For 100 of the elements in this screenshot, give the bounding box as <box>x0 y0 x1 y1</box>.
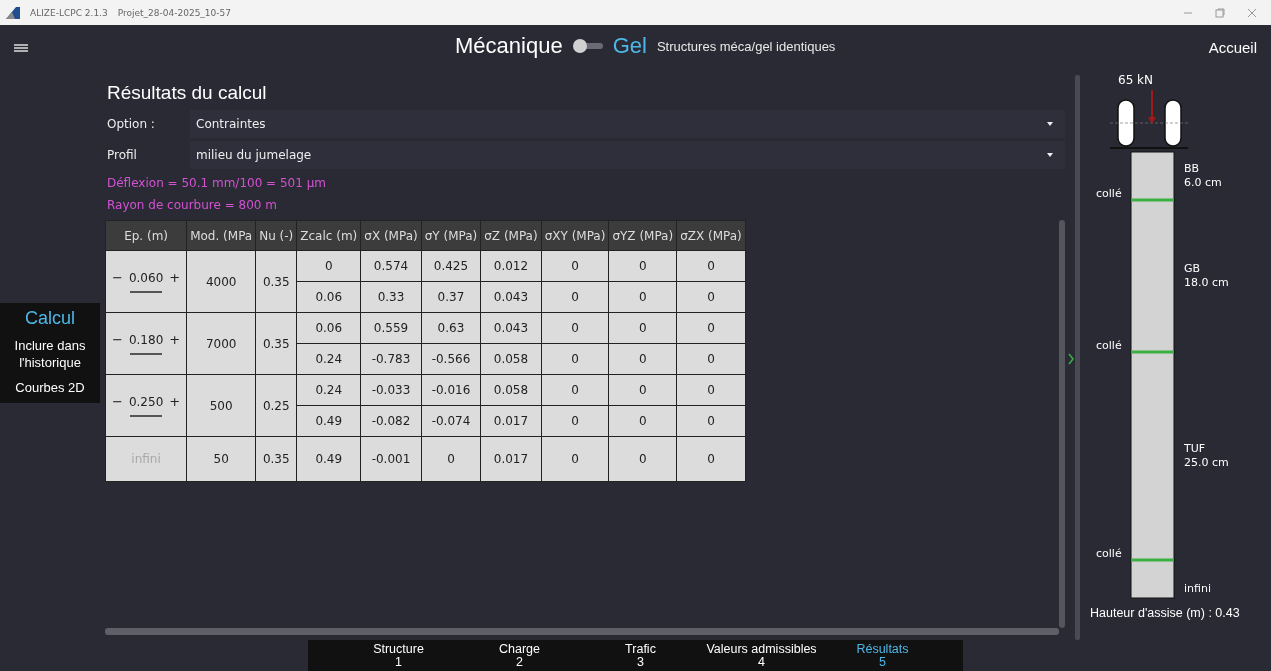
load-label: 65 kN <box>1118 73 1153 87</box>
table-cell: 0.012 <box>480 250 542 282</box>
table-cell: 0 <box>541 343 609 375</box>
table-cell: -0.082 <box>360 405 422 437</box>
decrease-button[interactable]: − <box>112 332 123 347</box>
thickness-value: 0.180 <box>128 332 164 347</box>
interface-label: collé <box>1096 547 1122 560</box>
table-cell: 0 <box>541 250 609 282</box>
home-link[interactable]: Accueil <box>1208 39 1257 56</box>
chevron-right-icon[interactable] <box>1068 353 1074 365</box>
table-cell: 0.058 <box>480 374 542 406</box>
column-header: σZX (MPa) <box>676 220 746 251</box>
column-header: σY (MPa) <box>421 220 481 251</box>
thickness-value: 0.250 <box>128 394 164 409</box>
structure-note: Structures méca/gel identiques <box>656 38 836 54</box>
table-cell: 0.017 <box>480 405 542 437</box>
table-cell: 0 <box>676 312 746 344</box>
menu-icon[interactable] <box>14 43 28 52</box>
table-cell: 0.06 <box>296 312 361 344</box>
table-cell: 0 <box>676 250 746 282</box>
table-cell: 0 <box>541 405 609 437</box>
side-menu-item[interactable]: Calcul <box>25 307 75 331</box>
table-cell: -0.001 <box>360 436 422 482</box>
layer-thickness: 18.0 cm <box>1184 276 1229 289</box>
close-icon[interactable] <box>1247 7 1257 18</box>
dropdown[interactable]: milieu du jumelage <box>190 141 1065 169</box>
table-cell: 0.06 <box>296 281 361 313</box>
column-header: Nu (-) <box>255 220 297 251</box>
result-note: Déflexion = 50.1 mm/100 = 501 µm <box>106 175 327 192</box>
step-tab[interactable]: Trafic 3 <box>580 640 701 671</box>
thickness-value: 0.060 <box>128 270 164 285</box>
table-cell: 0 <box>541 281 609 313</box>
table-cell: -0.783 <box>360 343 422 375</box>
table-cell: 0 <box>676 405 746 437</box>
interface-label: collé <box>1096 339 1122 352</box>
caret-icon[interactable] <box>1047 153 1053 157</box>
table-cell: 0 <box>608 436 677 482</box>
table-cell: 0 <box>676 281 746 313</box>
column-header: Ep. (m) <box>105 220 187 251</box>
column-header: Zcalc (m) <box>296 220 361 251</box>
mode-toggle[interactable] <box>572 39 603 53</box>
interface-line <box>1131 558 1174 562</box>
table-cell: -0.566 <box>421 343 481 375</box>
decrease-button[interactable]: − <box>112 270 123 285</box>
column-header: Mod. (MPa <box>186 220 256 251</box>
table-cell: 0 <box>608 281 677 313</box>
layer-thickness: 6.0 cm <box>1184 176 1222 189</box>
side-menu-item[interactable]: Inclure dans l'historique <box>0 338 100 373</box>
table-cell: -0.033 <box>360 374 422 406</box>
table-cell: 0.043 <box>480 281 542 313</box>
side-menu-item[interactable]: Courbes 2D <box>15 380 85 398</box>
table-cell: 0 <box>541 436 609 482</box>
table-cell: 0.24 <box>296 343 361 375</box>
table-cell: 0.49 <box>296 405 361 437</box>
table-cell: 0 <box>676 343 746 375</box>
restore-icon[interactable] <box>1215 7 1225 18</box>
table-cell: 0 <box>541 374 609 406</box>
table-cell: 0.35 <box>255 312 297 375</box>
layer-thickness: 25.0 cm <box>1184 456 1229 469</box>
app-name: ALIZE-LCPC 2.1.3 <box>30 7 108 18</box>
vertical-scrollbar[interactable] <box>1059 220 1065 628</box>
table-cell: 0 <box>608 405 677 437</box>
table-cell: 0.24 <box>296 374 361 406</box>
increase-button[interactable]: + <box>169 270 181 285</box>
table-cell: -0.074 <box>421 405 481 437</box>
dropdown[interactable]: Contraintes <box>190 110 1065 138</box>
interface-line <box>1131 198 1174 202</box>
table-cell: 0 <box>421 436 481 482</box>
mode-label: Mécanique <box>455 33 563 59</box>
table-cell: 0.33 <box>360 281 422 313</box>
table-cell: 0.49 <box>296 436 361 482</box>
table-cell: 0 <box>608 312 677 344</box>
field-label: Profil <box>106 148 138 162</box>
layer-name: BB <box>1184 162 1200 175</box>
table-cell: 0.043 <box>480 312 542 344</box>
table-cell: -0.016 <box>421 374 481 406</box>
table-cell: 0.25 <box>255 374 297 437</box>
step-tab[interactable]: Résultats 5 <box>822 640 943 671</box>
result-note: Rayon de courbure = 800 m <box>106 197 278 214</box>
table-cell: 0 <box>296 250 361 282</box>
layer-name: GB <box>1184 262 1201 275</box>
step-tab[interactable]: Valeurs admissibles 4 <box>701 640 822 671</box>
table-cell: 0 <box>676 374 746 406</box>
column-header: σZ (MPa) <box>480 220 542 251</box>
increase-button[interactable]: + <box>169 394 181 409</box>
step-tab[interactable]: Charge 2 <box>459 640 580 671</box>
horizontal-scrollbar[interactable] <box>105 628 1059 635</box>
column-header: σYZ (MPa) <box>608 220 677 251</box>
table-cell: 0.37 <box>421 281 481 313</box>
step-tab[interactable]: Structure 1 <box>338 640 459 671</box>
caret-icon[interactable] <box>1047 122 1053 126</box>
table-cell: 0 <box>676 436 746 482</box>
platform-label: infini <box>1184 582 1211 595</box>
table-cell: 0 <box>541 312 609 344</box>
increase-button[interactable]: + <box>169 332 181 347</box>
table-cell: 4000 <box>186 250 256 313</box>
table-cell: 0 <box>608 343 677 375</box>
decrease-button[interactable]: − <box>112 394 123 409</box>
table-cell: 0.058 <box>480 343 542 375</box>
height-label: Hauteur d'assise (m) : 0.43 <box>1089 606 1241 620</box>
